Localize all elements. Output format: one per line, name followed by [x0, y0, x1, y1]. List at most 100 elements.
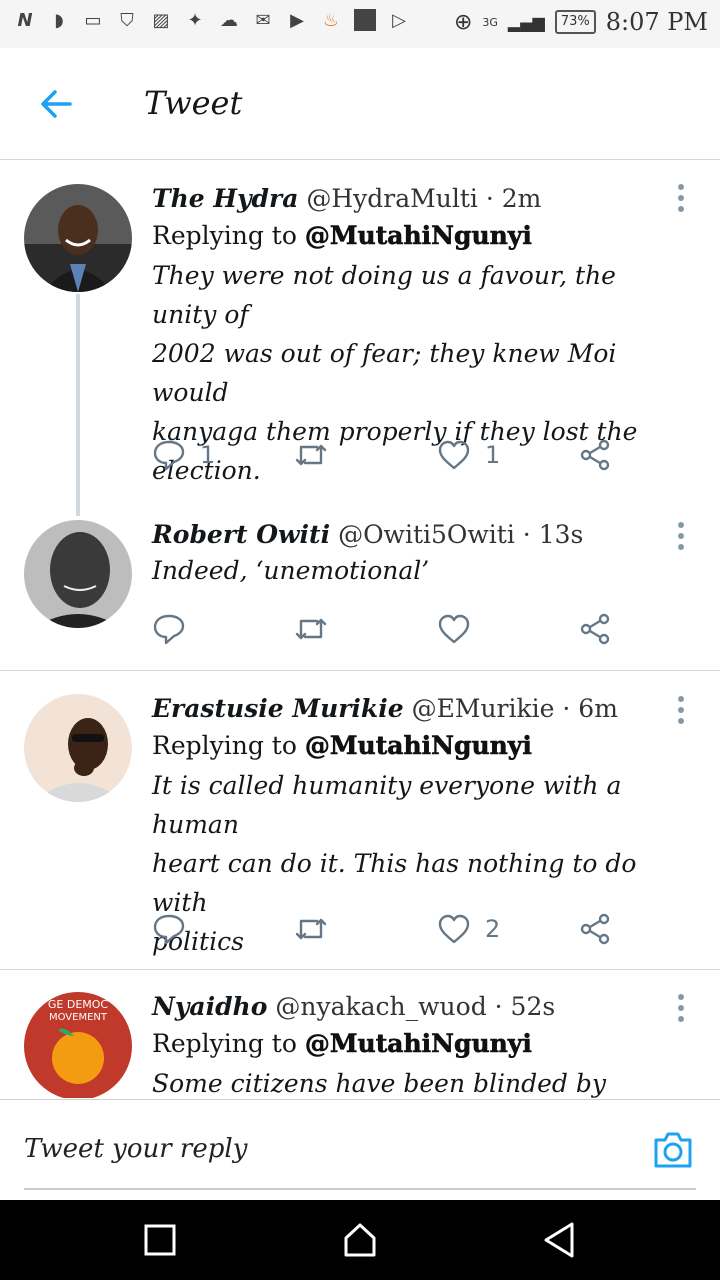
divider — [0, 969, 720, 970]
like-action[interactable] — [437, 612, 471, 646]
camera-icon[interactable] — [652, 1130, 694, 1170]
signal-icon: ▂▄▆ — [507, 12, 545, 32]
tweet-hydra[interactable]: The Hydra @HydraMulti · 2m Replying to @… — [0, 184, 720, 500]
battery-indicator: 73% — [554, 10, 596, 34]
tweet-line: 2002 was out of fear; they knew Moi woul… — [152, 339, 617, 407]
replying-to: Replying to @MutahiNgunyi — [152, 731, 682, 761]
twitter-icon: ✦ — [187, 9, 203, 31]
tweet-line: Indeed, ‘unemotional’ — [152, 556, 430, 585]
shirt-icon: ⛉ — [120, 9, 134, 31]
tweet-time: · 2m — [485, 184, 542, 213]
tweet-line: They were not doing us a favour, the uni… — [152, 261, 616, 329]
cloud-icon: ☁ — [220, 9, 238, 31]
image-icon: ▨ — [152, 9, 170, 31]
tweet-body: Nyaidho @nyakach_wuod · 52s Replying to … — [152, 992, 682, 1098]
back-nav-icon[interactable] — [540, 1220, 580, 1260]
square-app-icon — [354, 9, 376, 31]
avatar-text-line: GE DEMOC — [48, 998, 109, 1011]
avatar[interactable] — [24, 694, 132, 802]
tweet-text: Some citizens have been blinded by cheap — [152, 1064, 682, 1098]
back-arrow-icon[interactable] — [36, 84, 76, 124]
author-handle: @EMurikie — [411, 694, 555, 723]
reply-icon — [153, 440, 185, 471]
author-handle: @Owiti5Owiti — [338, 520, 515, 549]
tweet-murikie[interactable]: Erastusie Murikie @EMurikie · 6m Replyin… — [0, 694, 720, 970]
like-count: 1 — [485, 441, 501, 469]
system-nav-bar — [0, 1200, 720, 1280]
mention-link[interactable]: @MutahiNgunyi — [305, 731, 533, 761]
notification-icons: N ◗ ▭ ⛉ ▨ ✦ ☁ ✉ ▶ ♨ ▷ — [14, 9, 410, 31]
ribbon-app-icon: ◗ — [54, 9, 64, 31]
reply-icon — [153, 914, 185, 945]
app-header: Tweet — [0, 48, 720, 160]
author-name[interactable]: Erastusie Murikie — [152, 694, 404, 723]
replying-prefix: Replying to — [152, 731, 297, 760]
status-bar: N ◗ ▭ ⛉ ▨ ✦ ☁ ✉ ▶ ♨ ▷ ⊕ 3G ▂▄▆ 73% 8:07 … — [0, 0, 720, 48]
reply-action[interactable] — [152, 912, 186, 946]
share-action[interactable] — [578, 612, 612, 646]
tweet-nyaidho[interactable]: GE DEMOC MOVEMENT Nyaidho @nyakach_wuod … — [0, 992, 720, 1098]
tweet-text: Indeed, ‘unemotional’ — [152, 551, 682, 590]
message-icon: ▭ — [84, 9, 102, 31]
mail-icon: ✉ — [255, 9, 271, 31]
play-store-icon: ▷ — [392, 9, 406, 31]
mention-link[interactable]: @MutahiNgunyi — [305, 221, 533, 251]
avatar[interactable] — [24, 520, 132, 628]
status-right: ⊕ 3G ▂▄▆ 73% 8:07 PM — [454, 8, 708, 36]
avatar[interactable] — [24, 184, 132, 292]
more-options-icon[interactable] — [676, 994, 686, 1022]
reply-composer: Tweet your reply — [0, 1099, 720, 1200]
avatar[interactable]: GE DEMOC MOVEMENT — [24, 992, 132, 1098]
tweet-time: · 13s — [522, 520, 584, 549]
author-handle: @nyakach_wuod — [275, 992, 487, 1021]
tweet-actions: 1 1 — [152, 438, 692, 478]
tweet-line: Some citizens have been blinded by cheap — [152, 1069, 606, 1098]
home-icon[interactable] — [340, 1220, 380, 1260]
mention-link[interactable]: @MutahiNgunyi — [305, 1029, 533, 1059]
author-name[interactable]: The Hydra — [152, 184, 298, 213]
tweet-time: · 6m — [562, 694, 618, 723]
reply-action[interactable] — [152, 612, 186, 646]
like-action[interactable]: 2 — [437, 912, 500, 946]
tweet-time: · 52s — [494, 992, 556, 1021]
heart-icon — [438, 440, 470, 470]
retweet-icon — [295, 918, 327, 940]
tweet-line: It is called humanity everyone with a hu… — [152, 771, 622, 839]
share-icon — [580, 613, 610, 645]
tweet-line: heart can do it. This has nothing to do … — [152, 849, 637, 917]
tweet-body: Robert Owiti @Owiti5Owiti · 13s Indeed, … — [152, 520, 682, 590]
fire-icon: ♨ — [322, 9, 340, 31]
more-options-icon[interactable] — [676, 522, 686, 550]
share-icon — [580, 913, 610, 945]
recent-apps-icon[interactable] — [140, 1220, 180, 1260]
tweet-actions — [152, 612, 692, 652]
retweet-icon — [295, 618, 327, 640]
youtube-icon: ▶ — [290, 9, 304, 31]
replying-prefix: Replying to — [152, 221, 297, 250]
more-options-icon[interactable] — [676, 184, 686, 212]
share-action[interactable] — [578, 912, 612, 946]
share-action[interactable] — [578, 438, 612, 472]
clock: 8:07 PM — [605, 8, 708, 36]
reply-input[interactable]: Tweet your reply — [24, 1134, 247, 1164]
author-handle: @HydraMulti — [306, 184, 478, 213]
page-title: Tweet — [144, 84, 243, 122]
reply-action[interactable]: 1 — [152, 438, 215, 472]
author-name[interactable]: Robert Owiti — [152, 520, 330, 549]
replying-to: Replying to @MutahiNgunyi — [152, 1029, 682, 1059]
retweet-action[interactable] — [294, 612, 328, 646]
author-name[interactable]: Nyaidho — [152, 992, 267, 1021]
like-action[interactable]: 1 — [437, 438, 500, 472]
more-options-icon[interactable] — [676, 696, 686, 724]
tweet-header: Nyaidho @nyakach_wuod · 52s — [152, 992, 682, 1021]
tweet-owiti[interactable]: Robert Owiti @Owiti5Owiti · 13s Indeed, … — [0, 520, 720, 670]
retweet-action[interactable] — [294, 912, 328, 946]
data-saver-icon: ⊕ — [453, 9, 473, 35]
reply-count: 1 — [200, 441, 216, 469]
tweet-header: The Hydra @HydraMulti · 2m — [152, 184, 682, 213]
retweet-icon — [295, 444, 327, 466]
tweet-actions: 2 — [152, 912, 692, 952]
tweet-header: Erastusie Murikie @EMurikie · 6m — [152, 694, 682, 723]
reply-icon — [153, 614, 185, 645]
retweet-action[interactable] — [294, 438, 328, 472]
